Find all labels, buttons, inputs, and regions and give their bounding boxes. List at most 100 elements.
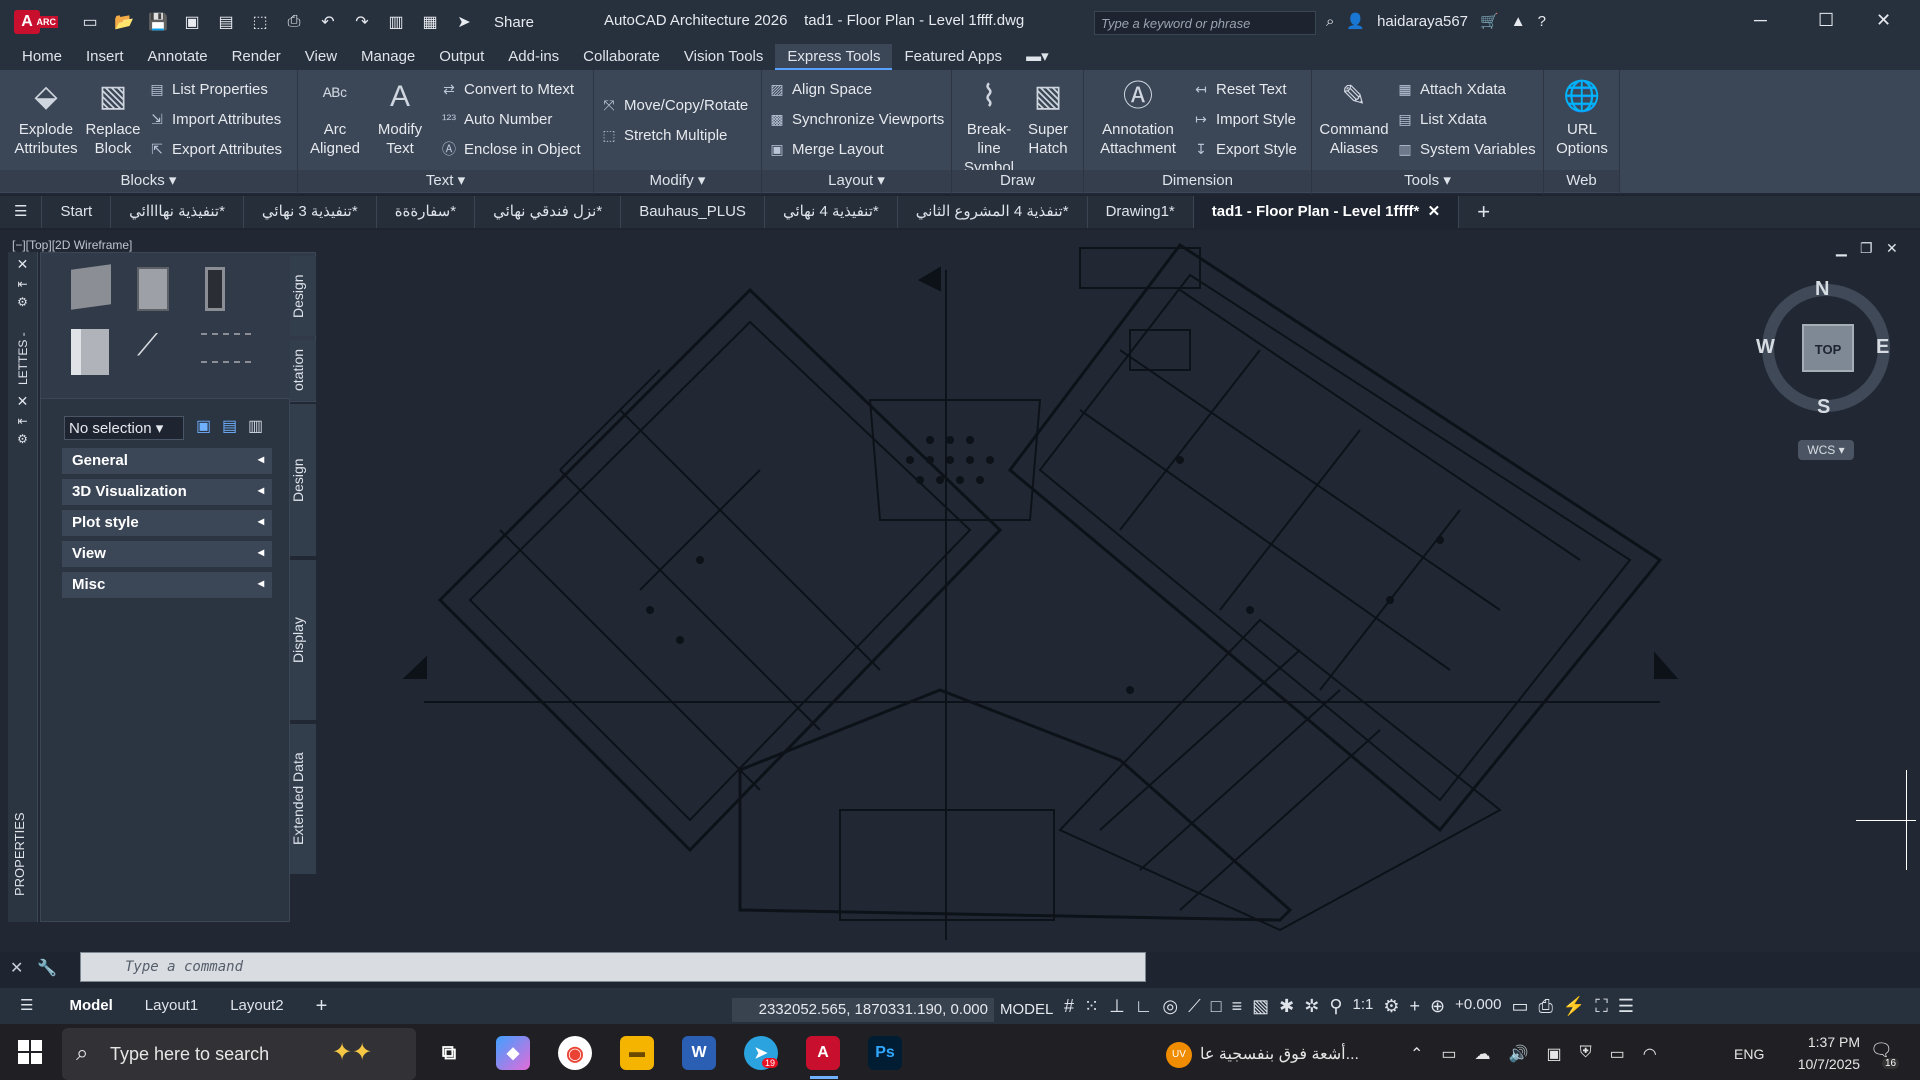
copilot-app-icon[interactable]: ◆ [496, 1036, 530, 1070]
tab-view[interactable]: View [293, 44, 349, 70]
layout-label[interactable]: Layout ▾ [762, 170, 951, 192]
task-view-icon[interactable]: ⧉ [432, 1036, 466, 1070]
user-icon[interactable]: 👤 [1346, 12, 1365, 30]
palette-close-icon[interactable]: ✕ [8, 256, 37, 273]
stretch-multiple-button[interactable]: ⬚ Stretch Multiple [600, 126, 727, 144]
properties-tab-extended-data[interactable]: Extended Data [290, 724, 316, 874]
taskbar-search-input[interactable]: ⌕ Type here to search ✦✦ [62, 1028, 416, 1080]
share-button[interactable]: Share [494, 14, 534, 31]
osnap-icon[interactable]: □ [1211, 996, 1222, 1017]
properties-close-icon[interactable]: ✕ [8, 393, 37, 410]
auto-number-button[interactable]: ¹²³ Auto Number [440, 110, 552, 128]
props-group-plot-style[interactable]: Plot style [62, 510, 272, 536]
wall-tool-icon[interactable] [71, 264, 111, 310]
properties-tab-design[interactable]: Design [290, 404, 316, 556]
blocks-label[interactable]: Blocks ▾ [0, 170, 297, 192]
autodesk-icon[interactable]: ▲ [1511, 13, 1526, 30]
explode-attributes-button[interactable]: ⬙ Explode Attributes [6, 76, 86, 158]
customize-menu-icon[interactable]: ☰ [1618, 996, 1634, 1017]
tab-manage[interactable]: Manage [349, 44, 427, 70]
sheet-icon[interactable]: ▥ [386, 12, 406, 32]
merge-layout-button[interactable]: ▣ Merge Layout [768, 140, 883, 158]
autocad-app-icon[interactable]: A [806, 1036, 840, 1070]
app-menu-button[interactable]: A ARC [14, 10, 58, 34]
url-options-button[interactable]: 🌐 URL Options [1548, 76, 1616, 158]
file-tab[interactable]: تنفيذية نهاااائي* [111, 196, 244, 228]
align-space-button[interactable]: ▨ Align Space [768, 80, 872, 98]
export-attributes-button[interactable]: ⇱ Export Attributes [148, 140, 282, 158]
viewcube-top[interactable]: TOP [1802, 324, 1854, 372]
workspace-gear-icon[interactable]: ⚙ [1383, 996, 1399, 1017]
clock-date[interactable]: 10/7/2025 [1780, 1056, 1860, 1072]
file-tab[interactable]: Drawing1* [1088, 196, 1194, 228]
tab-express-tools[interactable]: Express Tools [775, 44, 893, 70]
file-tabs-menu-icon[interactable]: ☰ [0, 196, 43, 228]
snap-icon[interactable]: ⁙ [1084, 996, 1099, 1017]
file-tab[interactable]: سفارةةة* [377, 196, 476, 228]
search-icon[interactable]: ⌕ [1326, 13, 1334, 30]
autoscale-icon[interactable]: ✲ [1304, 996, 1319, 1017]
arc-aligned-button[interactable]: ᴬᴮᶜ Arc Aligned [304, 76, 366, 158]
break-line-symbol-button[interactable]: ⌇ Break-line Symbol [956, 76, 1022, 177]
file-tab[interactable]: تنفيذية 4 نهائي* [765, 196, 898, 228]
convert-to-mtext-button[interactable]: ⇄ Convert to Mtext [440, 80, 574, 98]
tray-wifi-icon[interactable]: ◠ [1643, 1044, 1657, 1064]
list-properties-button[interactable]: ▤ List Properties [148, 80, 268, 98]
save-icon[interactable]: 💾 [148, 12, 168, 32]
annotation-scale-icon[interactable]: ⚲ [1329, 996, 1342, 1017]
palette-tab-annotation[interactable]: otation [290, 340, 316, 400]
file-tab[interactable]: تنفذية 4 المشروع الثاني* [898, 196, 1088, 228]
attach-xdata-button[interactable]: ▦ Attach Xdata [1396, 80, 1506, 98]
chrome-app-icon[interactable]: ◉ [558, 1036, 592, 1070]
polar-icon[interactable]: ◎ [1162, 996, 1178, 1017]
layout-tab-layout2[interactable]: Layout2 [214, 988, 299, 1024]
minimize-button[interactable]: ─ [1754, 10, 1767, 31]
tray-app-icon[interactable]: ▣ [1546, 1044, 1561, 1064]
selection-dropdown[interactable]: No selection ▾ [64, 416, 184, 440]
web-open-icon[interactable]: ▤ [216, 12, 236, 32]
open-file-icon[interactable]: 📂 [114, 12, 134, 32]
word-app-icon[interactable]: W [682, 1036, 716, 1070]
modify-label[interactable]: Modify ▾ [594, 170, 761, 192]
file-tab[interactable]: Bauhaus_PLUS [621, 196, 765, 228]
add-layout-button[interactable]: + [300, 988, 344, 1024]
system-variables-button[interactable]: ▥ System Variables [1396, 140, 1535, 158]
viewport-controls[interactable]: [−][Top][2D Wireframe] [12, 238, 132, 252]
layout-tab-layout1[interactable]: Layout1 [129, 988, 214, 1024]
file-explorer-icon[interactable]: ▬ [620, 1036, 654, 1070]
tray-onedrive-icon[interactable]: ☁ [1475, 1044, 1491, 1064]
replace-block-button[interactable]: ▧ Replace Block [80, 76, 146, 158]
wcs-menu[interactable]: WCS ▾ [1798, 440, 1854, 460]
coordinate-readout[interactable]: 2332052.565, 1870331.190, 0.000 [732, 998, 994, 1022]
annotation-visibility-icon[interactable]: ✱ [1279, 996, 1294, 1017]
command-aliases-button[interactable]: ✎ Command Aliases [1316, 76, 1392, 158]
quick-select-icon[interactable]: ▣ [196, 416, 211, 436]
palette-tab-design[interactable]: Design [290, 256, 316, 336]
props-group-3d-visualization[interactable]: 3D Visualization [62, 479, 272, 505]
windows-start-icon[interactable] [18, 1040, 42, 1064]
tab-output[interactable]: Output [427, 44, 496, 70]
isolate-icon[interactable]: ⊕ [1430, 996, 1445, 1017]
viewport-close-icon[interactable]: ✕ [1886, 240, 1898, 257]
isodraft-icon[interactable]: ⟋ [1188, 996, 1201, 1017]
plot-icon[interactable]: ⎙ [284, 13, 304, 31]
toggle-pickadd-icon[interactable]: ▥ [248, 416, 263, 436]
weather-badge[interactable]: UV [1166, 1042, 1192, 1068]
clean-screen-icon[interactable]: ⛶ [1595, 996, 1608, 1017]
tab-vision-tools[interactable]: Vision Tools [672, 44, 776, 70]
props-group-view[interactable]: View [62, 541, 272, 567]
modify-text-button[interactable]: A Modify Text [368, 76, 432, 158]
props-group-misc[interactable]: Misc [62, 572, 272, 598]
export-style-button[interactable]: ↧ Export Style [1192, 140, 1297, 158]
properties-autohide-icon[interactable]: ⇤ [8, 414, 37, 428]
hardware-accel-icon[interactable]: ▭ [1511, 996, 1528, 1017]
compass-west[interactable]: W [1756, 336, 1775, 359]
tray-display-icon[interactable]: ▭ [1441, 1044, 1456, 1064]
viewport-restore-icon[interactable]: ❐ [1860, 240, 1873, 257]
elevation-value[interactable]: +0.000 [1455, 996, 1501, 1017]
palette-autohide-icon[interactable]: ⇤ [8, 277, 37, 291]
keyboard-language[interactable]: ENG [1734, 1046, 1764, 1062]
transparency-icon[interactable]: ▧ [1252, 996, 1269, 1017]
railing-tool-icon[interactable] [201, 333, 251, 363]
infer-constraints-icon[interactable]: ⊥ [1109, 996, 1125, 1017]
